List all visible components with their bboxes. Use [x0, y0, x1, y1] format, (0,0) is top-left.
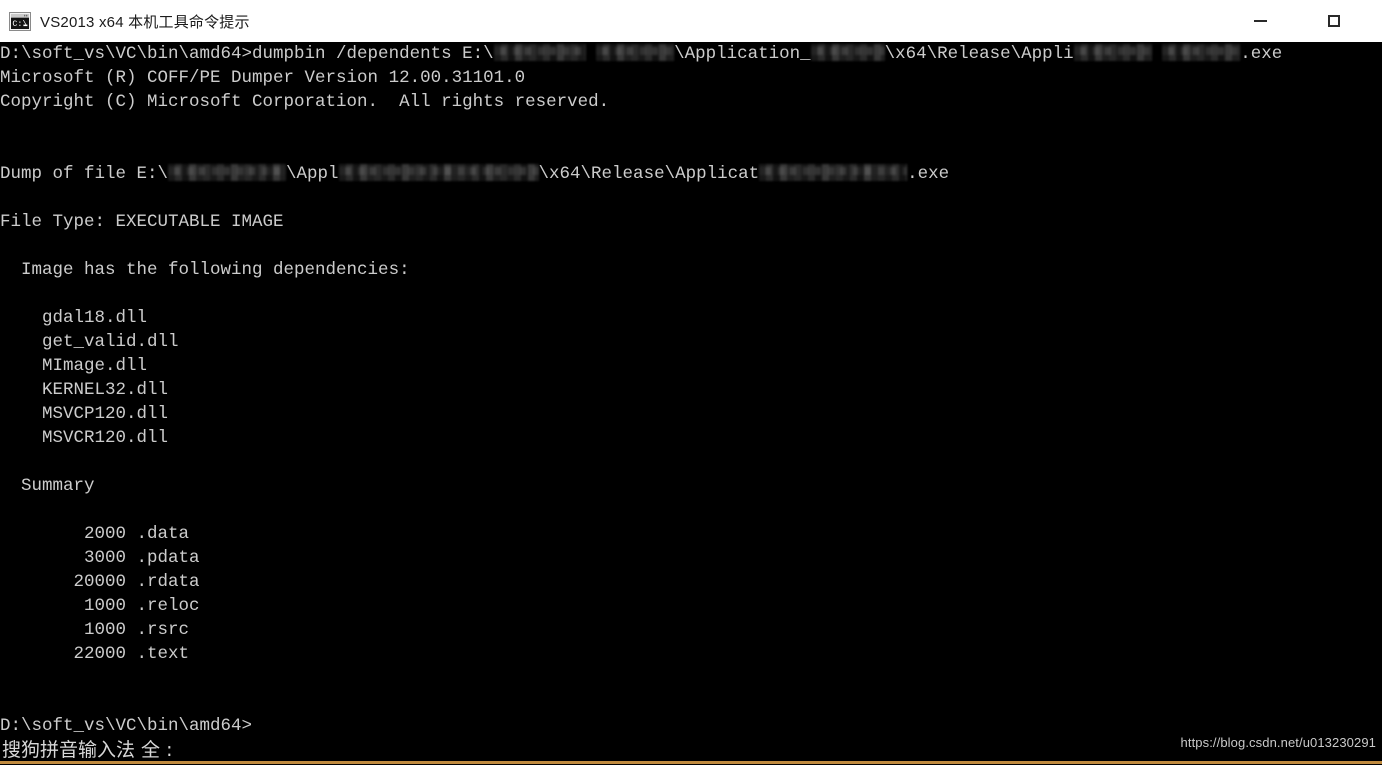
svg-text:C:\: C:\: [12, 19, 27, 29]
console-output-area[interactable]: D:\soft_vs\VC\bin\amd64>dumpbin /depende…: [0, 42, 1382, 761]
ime-status-text: 搜狗拼音输入法 全 :: [2, 739, 173, 761]
console-line-summary-text: 22000 .text: [0, 642, 1382, 666]
console-text-run: [1152, 44, 1163, 64]
console-text-run: .exe: [907, 164, 950, 184]
console-line-blank-7: [0, 498, 1382, 522]
console-text-run: D:\soft_vs\VC\bin\amd64>: [0, 716, 253, 736]
console-line-blank-1: [0, 114, 1382, 138]
bottom-accent-rule: [0, 761, 1382, 764]
console-text-run: Summary: [0, 476, 95, 496]
redacted-path-block: [810, 44, 885, 61]
console-text-run: .exe: [1240, 44, 1283, 64]
console-text-run: 1000 .reloc: [0, 596, 200, 616]
console-text-run: \Application_: [674, 44, 811, 64]
redacted-path-block: [596, 44, 675, 61]
console-line-summary-data: 2000 .data: [0, 522, 1382, 546]
maximize-button[interactable]: [1311, 0, 1357, 42]
minimize-button[interactable]: [1237, 0, 1283, 42]
console-line-blank-4: [0, 234, 1382, 258]
console-text-run: 20000 .rdata: [0, 572, 200, 592]
console-text-run: 1000 .rsrc: [0, 620, 190, 640]
console-line-dep-gdal18: gdal18.dll: [0, 306, 1382, 330]
console-line-summary-header: Summary: [0, 474, 1382, 498]
console-text-run: 2000 .data: [0, 524, 190, 544]
console-text-run: KERNEL32.dll: [0, 380, 169, 400]
title-bar[interactable]: C:\ VS2013 x64 本机工具命令提示: [0, 0, 1382, 42]
console-text-run: \Appl: [286, 164, 339, 184]
console-text-run: Microsoft (R) COFF/PE Dumper Version 12.…: [0, 68, 526, 88]
minimize-icon: [1253, 20, 1267, 22]
console-line-blank-9: [0, 690, 1382, 714]
console-line-blank-8: [0, 666, 1382, 690]
console-text-run: \x64\Release\Applicat: [538, 164, 760, 184]
console-line-dep-msvcp120: MSVCP120.dll: [0, 402, 1382, 426]
console-text-buffer: D:\soft_vs\VC\bin\amd64>dumpbin /depende…: [0, 42, 1382, 738]
redacted-path-block: [168, 164, 287, 181]
console-text-run: [586, 44, 597, 64]
console-line-dependencies-header: Image has the following dependencies:: [0, 258, 1382, 282]
maximize-icon: [1328, 15, 1340, 27]
console-line-summary-pdata: 3000 .pdata: [0, 546, 1382, 570]
console-line-summary-rsrc: 1000 .rsrc: [0, 618, 1382, 642]
console-text-run: Copyright (C) Microsoft Corporation. All…: [0, 92, 610, 112]
window-controls: [1237, 0, 1382, 42]
console-text-run: gdal18.dll: [0, 308, 148, 328]
console-window: C:\ VS2013 x64 本机工具命令提示 D:\soft_vs\VC\bi…: [0, 0, 1382, 765]
console-text-run: 22000 .text: [0, 644, 190, 664]
console-line-summary-rdata: 20000 .rdata: [0, 570, 1382, 594]
console-text-run: \x64\Release\Appli: [884, 44, 1074, 64]
console-text-run: MSVCP120.dll: [0, 404, 169, 424]
console-text-run: MSVCR120.dll: [0, 428, 169, 448]
console-text-run: Image has the following dependencies:: [0, 260, 410, 280]
redacted-path-block: [1073, 44, 1152, 61]
console-line-file-type-line: File Type: EXECUTABLE IMAGE: [0, 210, 1382, 234]
console-text-run: 3000 .pdata: [0, 548, 200, 568]
console-line-dump-of-file-line: Dump of file E:\ \Appl \x64\Release\Applic…: [0, 162, 1382, 186]
console-line-summary-reloc: 1000 .reloc: [0, 594, 1382, 618]
blog-watermark: https://blog.csdn.net/u013230291: [1180, 735, 1376, 750]
redacted-path-block: [338, 164, 539, 181]
console-line-dep-kernel32: KERNEL32.dll: [0, 378, 1382, 402]
console-line-blank-3: [0, 186, 1382, 210]
console-line-dumper-version-line: Microsoft (R) COFF/PE Dumper Version 12.…: [0, 66, 1382, 90]
console-line-blank-2: [0, 138, 1382, 162]
redacted-path-block: [1162, 44, 1241, 61]
console-line-trailing-prompt: D:\soft_vs\VC\bin\amd64>: [0, 714, 1382, 738]
console-line-dep-msvcr120: MSVCR120.dll: [0, 426, 1382, 450]
console-line-copyright-line: Copyright (C) Microsoft Corporation. All…: [0, 90, 1382, 114]
console-line-dep-mimage: MImage.dll: [0, 354, 1382, 378]
console-text-run: File Type: EXECUTABLE IMAGE: [0, 212, 284, 232]
console-text-run: Dump of file E:\: [0, 164, 169, 184]
window-title: VS2013 x64 本机工具命令提示: [40, 13, 250, 31]
console-text-run: D:\soft_vs\VC\bin\amd64>dumpbin /depende…: [0, 44, 494, 64]
console-cmd-icon: C:\: [9, 11, 31, 31]
console-line-blank-5: [0, 282, 1382, 306]
console-line-command-line: D:\soft_vs\VC\bin\amd64>dumpbin /depende…: [0, 42, 1382, 66]
console-line-blank-6: [0, 450, 1382, 474]
console-line-dep-get-valid: get_valid.dll: [0, 330, 1382, 354]
console-text-run: get_valid.dll: [0, 332, 179, 352]
console-text-run: MImage.dll: [0, 356, 148, 376]
redacted-path-block: [493, 44, 586, 61]
redacted-path-block: [759, 164, 908, 181]
